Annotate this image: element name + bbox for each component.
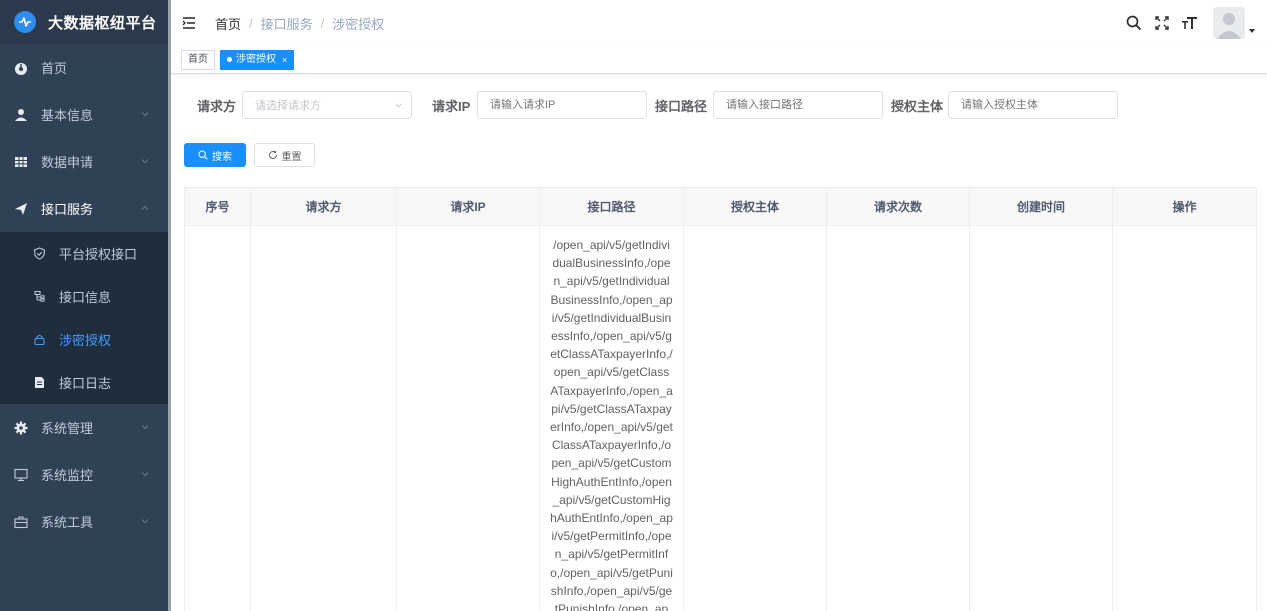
ip-label: 请求IP xyxy=(432,99,471,114)
caret-down-icon[interactable] xyxy=(1249,28,1255,34)
sidebar-item-home[interactable]: 首页 xyxy=(0,44,168,91)
close-icon[interactable]: × xyxy=(282,51,287,69)
logo[interactable]: 大数据枢纽平台 xyxy=(0,0,168,44)
logo-icon xyxy=(14,11,36,33)
sidebar-item-label: 平台授权接口 xyxy=(59,247,138,262)
hamburger-icon[interactable] xyxy=(181,14,199,32)
subject-input[interactable] xyxy=(948,91,1118,119)
requester-placeholder: 请选择请求方 xyxy=(255,100,321,112)
breadcrumb-separator: / xyxy=(320,15,325,31)
sidebar-item-interface-log[interactable]: 接口日志 xyxy=(0,361,168,404)
breadcrumb: 首页 / 接口服务 / 涉密授权 xyxy=(215,14,384,33)
sidebar-item-system-tools[interactable]: 系统工具 xyxy=(0,498,168,545)
breadcrumb-current: 涉密授权 xyxy=(332,16,385,32)
send-icon xyxy=(14,202,28,216)
cell-created xyxy=(970,226,1113,611)
chevron-down-icon xyxy=(141,472,149,477)
chevron-down-icon xyxy=(141,425,149,430)
breadcrumb-separator: / xyxy=(249,15,253,31)
sidebar-item-secret-auth[interactable]: 涉密授权 xyxy=(0,318,168,361)
reset-button[interactable]: 重置 xyxy=(254,143,315,167)
column-header-path: 接口路径 xyxy=(540,188,684,225)
submenu-interface-service: 平台授权接口 接口信息 涉密授权 接口日志 xyxy=(0,232,168,404)
requester-label: 请求方 xyxy=(197,99,237,114)
search-button[interactable]: 搜索 xyxy=(184,143,246,167)
cell-count xyxy=(827,226,970,611)
sidebar-item-interface-info[interactable]: 接口信息 xyxy=(0,275,168,318)
sidebar-item-label: 接口信息 xyxy=(59,290,112,305)
navbar: 首页 / 接口服务 / 涉密授权 xyxy=(171,0,1267,46)
column-header-requester: 请求方 xyxy=(251,188,397,225)
sidebar-item-system-monitor[interactable]: 系统监控 xyxy=(0,451,168,498)
cell-requester xyxy=(251,226,397,611)
reset-button-label: 重置 xyxy=(281,151,302,163)
sidebar-item-interface-service[interactable]: 接口服务 xyxy=(0,185,168,232)
font-size-icon[interactable] xyxy=(1181,14,1199,32)
tree-icon xyxy=(32,290,46,304)
fullscreen-icon[interactable] xyxy=(1153,14,1171,32)
chevron-down-icon xyxy=(141,112,149,117)
chevron-down-icon xyxy=(395,103,402,108)
chevron-up-icon xyxy=(141,205,149,210)
sidebar-item-label: 首页 xyxy=(41,61,68,76)
sidebar-item-basic-info[interactable]: 基本信息 xyxy=(0,91,168,138)
app-title: 大数据枢纽平台 xyxy=(48,14,157,32)
breadcrumb-home[interactable]: 首页 xyxy=(215,14,241,33)
tag-secret-auth[interactable]: 涉密授权 × xyxy=(220,49,295,70)
sidebar-item-label: 接口日志 xyxy=(59,376,112,391)
shield-icon xyxy=(32,247,46,261)
tag-label: 涉密授权 xyxy=(236,53,276,65)
table-header: 序号 请求方 请求IP 接口路径 授权主体 请求次数 创建时间 操作 xyxy=(185,188,1256,226)
lock-icon xyxy=(32,333,46,347)
gear-icon xyxy=(14,421,28,435)
sidebar-item-platform-auth[interactable]: 平台授权接口 xyxy=(0,232,168,275)
search-form: 请求方 请选择请求方 请求IP 接口路径 授权主体 xyxy=(171,90,1267,120)
requester-select[interactable]: 请选择请求方 xyxy=(242,91,412,119)
sidebar-item-system-manage[interactable]: 系统管理 xyxy=(0,404,168,451)
column-header-count: 请求次数 xyxy=(827,188,970,225)
monitor-icon xyxy=(14,468,28,482)
sidebar-item-label: 涉密授权 xyxy=(59,333,112,348)
column-header-actions: 操作 xyxy=(1172,200,1197,214)
chevron-down-icon xyxy=(141,159,149,164)
log-icon xyxy=(32,376,46,390)
cell-index xyxy=(185,226,251,611)
data-table: 序号 请求方 请求IP 接口路径 授权主体 请求次数 创建时间 操作 /open… xyxy=(184,187,1257,611)
subject-label: 授权主体 xyxy=(891,99,944,114)
toolbox-icon xyxy=(14,515,28,529)
cell-actions xyxy=(1113,226,1256,611)
column-header-ip: 请求IP xyxy=(397,188,540,225)
column-header-index: 序号 xyxy=(185,188,251,225)
cell-path: /open_api/v5/getIndividualBusinessInfo,/… xyxy=(540,226,684,611)
path-input[interactable] xyxy=(713,91,883,119)
sidebar-item-data-request[interactable]: 数据申请 xyxy=(0,138,168,185)
path-label: 接口路径 xyxy=(655,99,708,114)
search-icon[interactable] xyxy=(1125,14,1143,32)
navbar-actions xyxy=(1115,6,1255,40)
grid-icon xyxy=(14,155,28,169)
column-header-subject: 授权主体 xyxy=(684,188,827,225)
search-button-label: 搜索 xyxy=(212,151,232,163)
ip-input[interactable] xyxy=(477,91,647,119)
column-header-created: 创建时间 xyxy=(970,188,1113,225)
breadcrumb-interface-service: 接口服务 xyxy=(260,16,313,32)
sidebar: 大数据枢纽平台 首页 基本信息 数据申请 接口服务 平台授权接口 接口信息 涉密… xyxy=(0,0,168,611)
cell-subject xyxy=(684,226,827,611)
search-icon xyxy=(198,150,208,160)
refresh-icon xyxy=(268,150,278,160)
tags-view: 首页 涉密授权 × xyxy=(171,46,1267,74)
avatar[interactable] xyxy=(1213,7,1245,39)
cell-ip xyxy=(397,226,540,611)
tag-home[interactable]: 首页 xyxy=(181,49,215,70)
dashboard-icon xyxy=(14,61,28,75)
active-dot-icon xyxy=(227,57,232,62)
chevron-down-icon xyxy=(141,519,149,524)
table-row: /open_api/v5/getIndividualBusinessInfo,/… xyxy=(185,226,1256,611)
user-icon xyxy=(14,108,28,122)
